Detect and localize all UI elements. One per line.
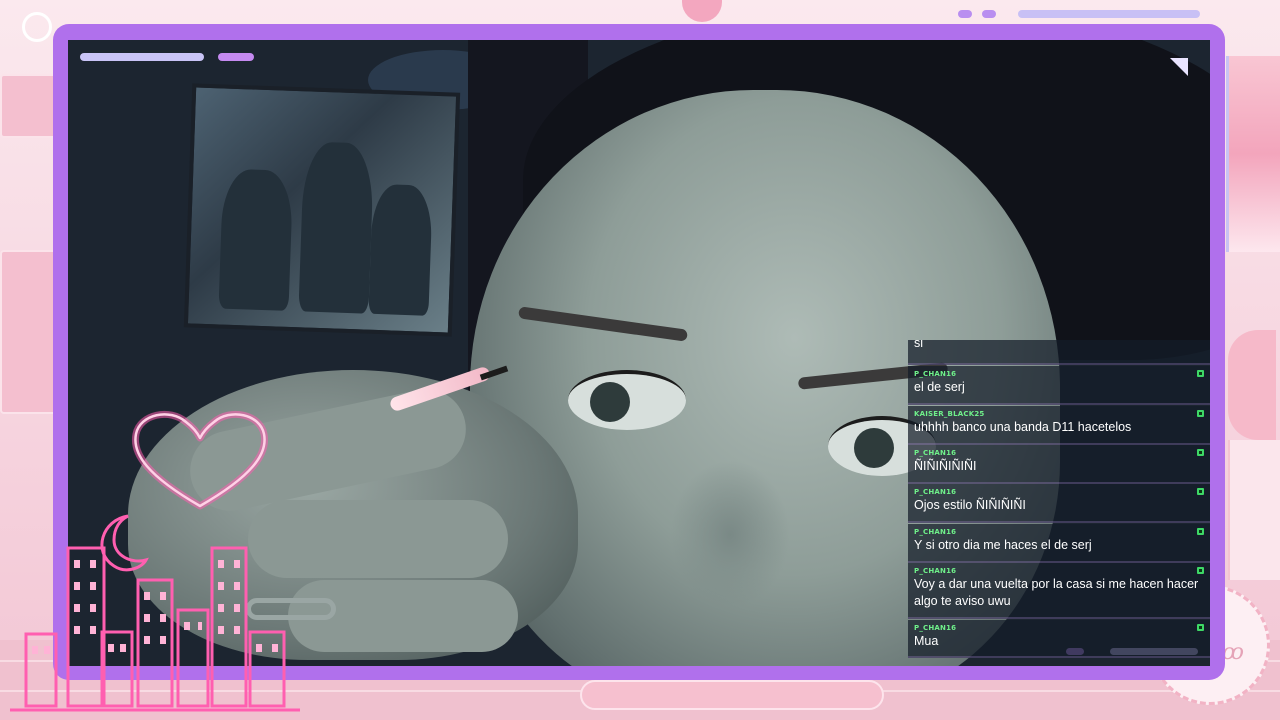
moon-neon-icon: [100, 514, 149, 572]
chat-message: P_CHAN16 ÑIÑIÑIÑIÑI: [908, 445, 1210, 484]
poster-figure: [368, 183, 433, 316]
chat-message-text: el de serj: [914, 380, 965, 394]
deco-signature: ꝏ: [1222, 640, 1244, 665]
anime-character-art: [1226, 56, 1280, 252]
chat-message-text: Mua: [914, 634, 939, 648]
frame-deco-pill: [218, 53, 254, 61]
chat-overlay: si P_CHAN16 el de serj KAISER_BLACK25 uh…: [908, 340, 1210, 660]
moderator-badge-icon: [1197, 370, 1204, 377]
iris: [590, 382, 630, 422]
chat-username: P_CHAN16: [914, 567, 957, 575]
chat-message: P_CHAN16 Mua: [908, 620, 1210, 658]
moderator-badge-icon: [1197, 528, 1204, 535]
iris: [854, 428, 894, 468]
chat-message: P_CHAN16 Voy a dar una vuelta por la cas…: [908, 563, 1210, 619]
deco-pill: [982, 10, 996, 18]
deco-bar: [1018, 10, 1200, 18]
chat-username: P_CHAN16: [914, 528, 957, 536]
deco-pill: [958, 10, 972, 18]
chat-username: P_CHAN16: [914, 370, 957, 378]
chat-username: P_CHAN16: [914, 449, 957, 457]
moderator-badge-icon: [1197, 410, 1204, 417]
room-shelf: [0, 250, 60, 414]
room-cabinet: [1228, 440, 1280, 580]
pink-heart-pillow: [1228, 330, 1276, 440]
pink-cushion: [580, 680, 884, 710]
chat-username: P_CHAN16: [914, 488, 957, 496]
room-shelf: [0, 74, 60, 138]
chat-message-text: Voy a dar una vuelta por la casa si me h…: [914, 577, 1199, 608]
eye: [568, 370, 686, 430]
chat-message-text: ÑIÑIÑIÑIÑI: [914, 459, 977, 473]
chat-message-partial: si: [908, 340, 1210, 365]
chat-message-text: uhhhh banco una banda D11 hacetelos: [914, 420, 1132, 434]
nose-shadow: [670, 460, 790, 610]
heart-neon-icon: [131, 410, 269, 510]
moderator-badge-icon: [1197, 449, 1204, 456]
chat-message-text: Ojos estilo ÑIÑIÑIÑI: [914, 498, 1026, 512]
poster-figure: [218, 168, 294, 311]
city-skyline-neon-icon: [10, 514, 300, 712]
moderator-badge-icon: [1197, 567, 1204, 574]
chat-message: P_CHAN16 Ojos estilo ÑIÑIÑIÑI: [908, 484, 1210, 523]
moderator-badge-icon: [1197, 624, 1204, 631]
chat-message: P_CHAN16 el de serj: [908, 366, 1210, 405]
corner-ring-icon: [22, 12, 52, 42]
chat-username: KAISER_BLACK25: [914, 410, 985, 418]
chat-message: P_CHAN16 Y si otro dia me haces el de se…: [908, 524, 1210, 563]
chat-message-text: Y si otro dia me haces el de serj: [914, 538, 1092, 552]
frame-deco-bar: [80, 53, 204, 61]
chat-message: KAISER_BLACK25 uhhhh banco una banda D11…: [908, 406, 1210, 445]
moderator-badge-icon: [1197, 488, 1204, 495]
poster-figure: [298, 141, 375, 314]
chat-username: P_CHAN16: [914, 624, 957, 632]
anime-poster: [183, 83, 461, 337]
chat-message-text: si: [914, 340, 924, 350]
corner-arrow-icon: [1170, 58, 1188, 76]
